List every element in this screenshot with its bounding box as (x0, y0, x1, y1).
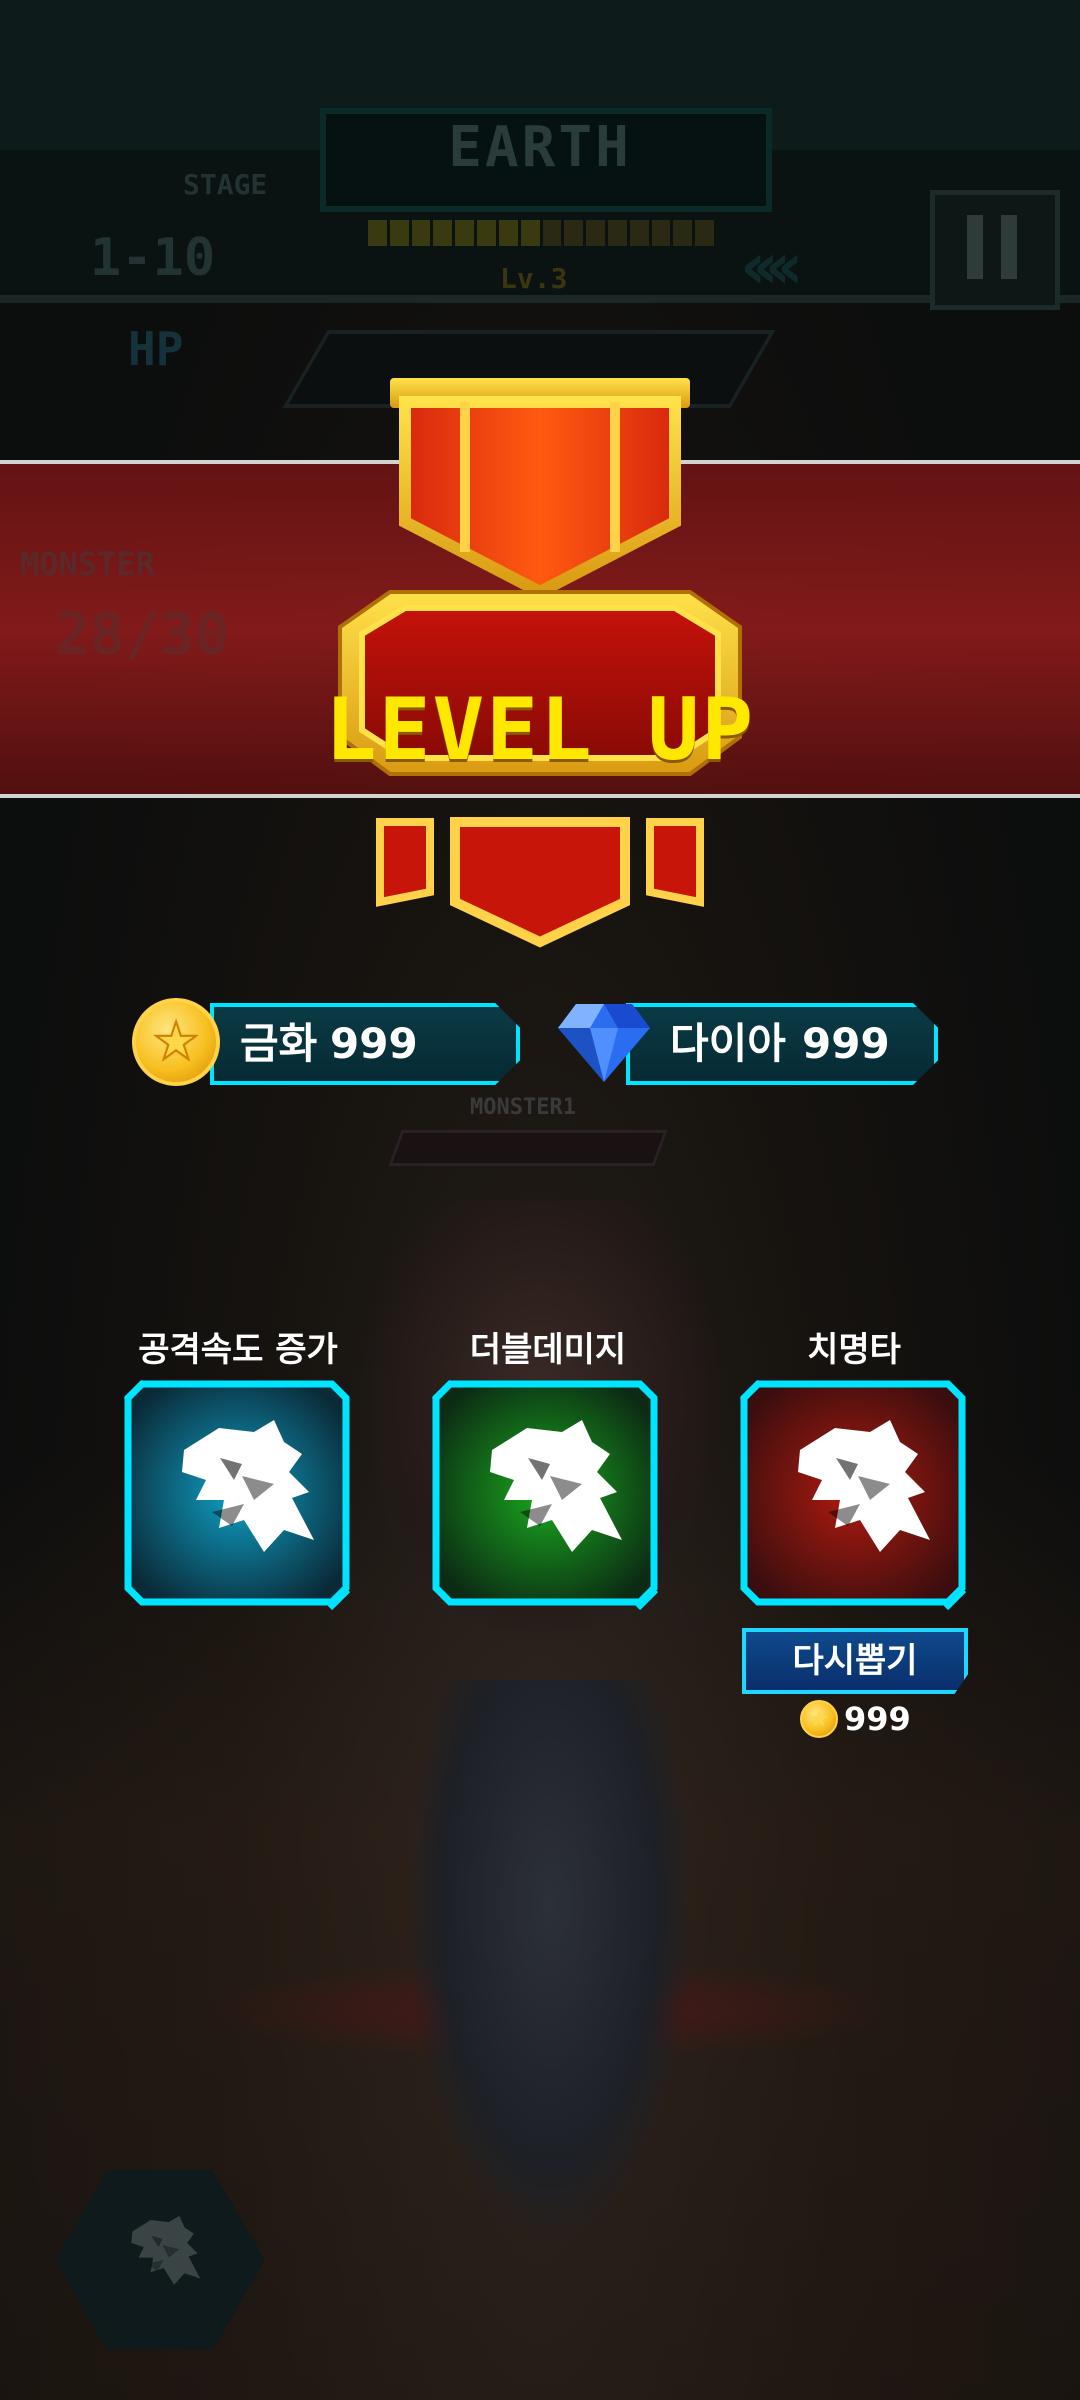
skill-title-critical: 치명타 (807, 1330, 901, 1370)
monster-label: MONSTER (20, 545, 155, 583)
game-screen: EARTH STAGE 1-10 Lv.3 ‹‹‹‹ HP MONSTER 28… (0, 0, 1080, 2400)
gold-value: 999 (330, 1019, 418, 1068)
gold-label: 금화 (240, 1019, 318, 1068)
gold-coin-icon: ★ (800, 1700, 838, 1738)
dragon-claw-icon (131, 2215, 201, 2285)
diamond-value: 999 (802, 1019, 890, 1068)
hp-label: HP (128, 322, 184, 376)
monster-count: 28/30 (55, 600, 230, 668)
reroll-button[interactable]: 다시뽑기 (742, 1628, 968, 1694)
skill-card-attack-speed[interactable] (124, 1380, 350, 1610)
exp-bar (368, 220, 714, 246)
skill-title-attack-speed: 공격속도 증가 (138, 1330, 338, 1370)
skill-title-double-damage: 더블데미지 (469, 1330, 627, 1370)
skill-card-double-damage[interactable] (432, 1380, 658, 1610)
monster-hp-bar (388, 1130, 668, 1166)
monster-bar-label: MONSTER1 (470, 1095, 576, 1120)
reroll-cost-value: 999 (844, 1700, 911, 1738)
world-title: EARTH (448, 115, 632, 180)
player-level: Lv.3 (500, 262, 568, 295)
stage-label: STAGE (183, 168, 268, 201)
level-up-medal (338, 378, 742, 948)
pause-button[interactable] (930, 190, 1060, 310)
diamond-label: 다이아 (670, 1019, 786, 1068)
hero-character (410, 1680, 690, 2240)
diamond-icon (558, 1004, 650, 1082)
gold-coin-icon: ★ (132, 998, 220, 1086)
chevron-left-icon: ‹‹‹‹ (740, 230, 803, 304)
skill-card-critical[interactable] (740, 1380, 966, 1610)
reroll-cost: ★ 999 (800, 1700, 911, 1738)
pause-icon (967, 215, 983, 279)
pause-icon (1001, 215, 1017, 279)
level-up-title: LEVEL UP (324, 680, 756, 780)
stage-value: 1-10 (90, 228, 216, 288)
